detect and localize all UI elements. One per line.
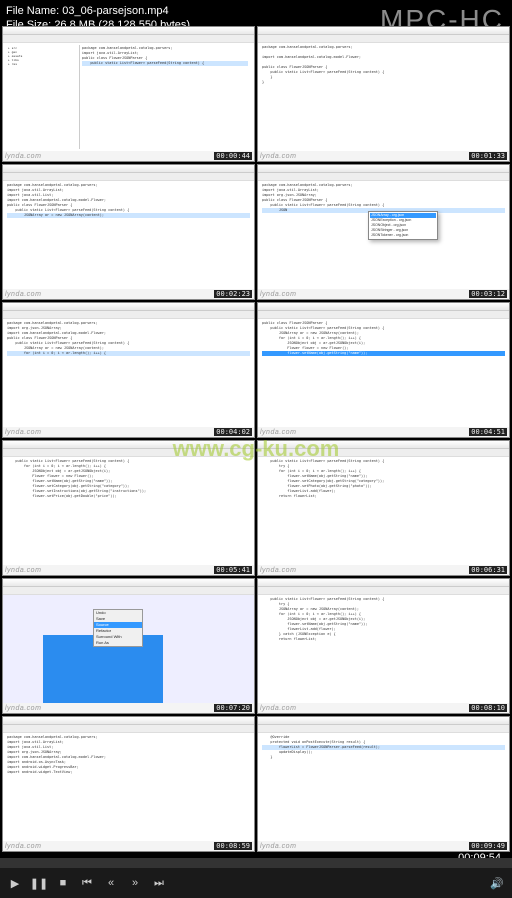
editor-body: ▸ src▸ gen▸ assets▸ libs▸ res package co… [3,43,254,151]
code-editor: package com.hanselandpetal.catalog.parse… [3,319,254,427]
window-toolbar [3,35,254,43]
pause-button[interactable]: ❚❚ [30,874,48,892]
thumbnail[interactable]: public static List<Flower> parseFeed(Str… [257,440,510,576]
thumbnail[interactable]: package com.hanselandpetal.catalog.parse… [2,164,255,300]
code-editor: public static List<Flower> parseFeed(Str… [258,457,509,565]
thumbnail-grid: ▸ src▸ gen▸ assets▸ libs▸ res package co… [0,24,512,854]
mute-button[interactable]: 🔊 [488,874,506,892]
thumbnail[interactable]: @Override protected void onPostExecute(S… [257,716,510,852]
autocomplete-item[interactable]: JSONTokener - org.json [370,233,436,238]
next-button[interactable]: ⏭ [150,874,168,892]
thumbnail[interactable]: Undo Save Source Refactor Surround With … [2,578,255,714]
project-explorer: ▸ src▸ gen▸ assets▸ libs▸ res [7,45,80,149]
context-menu[interactable]: Undo Save Source Refactor Surround With … [93,609,143,647]
play-button[interactable]: ▶ [6,874,24,892]
forward-button[interactable]: » [126,874,144,892]
thumbnail[interactable]: ▸ src▸ gen▸ assets▸ libs▸ res package co… [2,26,255,162]
code-editor: package com.hanselandpetal.catalog.parse… [3,181,254,289]
thumbnail[interactable]: public static List<Flower> parseFeed(Str… [257,578,510,714]
thumbnail[interactable]: public static List<Flower> parseFeed(Str… [2,440,255,576]
thumbnail[interactable]: package com.hanselandpetal.catalog.parse… [257,164,510,300]
file-name-value: 03_06-parsejson.mp4 [62,5,168,17]
prev-button[interactable]: ⏮ [78,874,96,892]
thumbnail[interactable]: package com.hanselandpetal.catalog.parse… [2,302,255,438]
player-controls: ▶ ❚❚ ■ ⏮ « » ⏭ 🔊 [0,868,512,898]
thumbnail[interactable]: package com.hanselandpetal.catalog.parse… [2,716,255,852]
stop-button[interactable]: ■ [54,874,72,892]
thumbnail[interactable]: public class FlowerJSONParser { public s… [257,302,510,438]
code-editor: public class FlowerJSONParser { public s… [258,319,509,427]
seek-bar[interactable] [0,858,512,868]
watermark: lynda.com [5,153,41,160]
autocomplete-popup[interactable]: JSONArray - org.json JSONException - org… [368,211,438,240]
file-name-label: File Name: [6,5,59,17]
timestamp: 00:00:44 [214,152,252,160]
rewind-button[interactable]: « [102,874,120,892]
thumbnail[interactable]: package com.hanselandpetal.catalog.parse… [257,26,510,162]
code-editor: @Override protected void onPostExecute(S… [258,733,509,841]
menu-item[interactable]: Run As [94,640,142,646]
code-editor: public static List<Flower> parseFeed(Str… [258,595,509,703]
window-titlebar [3,27,254,35]
code-editor: package com.hanselandpetal.catalog.parse… [3,733,254,841]
code-editor: package com.hanselandpetal.catalog.parse… [80,45,250,149]
code-editor: package com.hanselandpetal.catalog.parse… [258,43,509,151]
code-editor: public static List<Flower> parseFeed(Str… [3,457,254,565]
